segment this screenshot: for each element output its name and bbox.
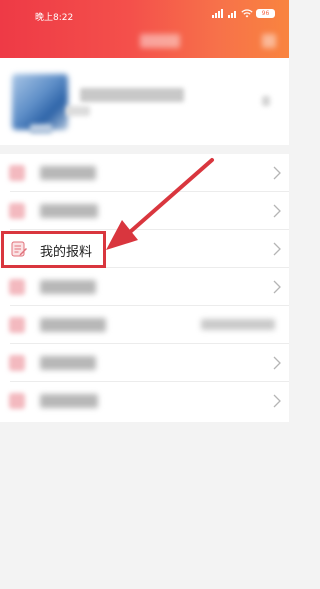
chevron-right-icon: [273, 204, 281, 218]
header-bar: 晚上8:22 96: [0, 0, 289, 58]
battery-icon: 96: [256, 9, 275, 18]
header-blurred-action: [262, 34, 276, 48]
blurred-label: [40, 356, 96, 370]
menu-item-4[interactable]: [0, 268, 289, 306]
menu-item-7[interactable]: [0, 382, 289, 420]
menu-item-6[interactable]: [0, 344, 289, 382]
menu-item-1[interactable]: [0, 154, 289, 192]
blurred-icon: [9, 203, 25, 219]
profile-card[interactable]: [0, 58, 289, 145]
chevron-right-icon: [273, 356, 281, 370]
blurred-label: [40, 394, 98, 408]
blurred-username: [80, 88, 184, 102]
blurred-subtext: [66, 106, 90, 116]
wifi-icon: [241, 9, 253, 18]
menu-list: 我的报料: [0, 154, 289, 422]
status-icons: 96: [212, 9, 275, 18]
avatar: [12, 74, 68, 130]
blurred-icon: [9, 355, 25, 371]
menu-item-5[interactable]: [0, 306, 289, 344]
signal-icon: [212, 9, 223, 18]
signal-icon-2: [228, 11, 236, 18]
blurred-label: [40, 280, 96, 294]
blurred-icon: [9, 165, 25, 181]
chevron-right-icon: [273, 166, 281, 180]
blurred-value: [201, 319, 275, 330]
blurred-icon: [9, 317, 25, 333]
blurred-label: [40, 204, 98, 218]
blurred-label: [40, 318, 106, 332]
status-bar: 晚上8:22 96: [0, 0, 289, 23]
blurred-icon: [9, 393, 25, 409]
blurred-icon: [9, 279, 25, 295]
chevron-right-icon: [273, 280, 281, 294]
chevron-right-icon: [273, 394, 281, 408]
header-blurred-title: [140, 34, 180, 48]
chevron-right-icon: [273, 242, 281, 256]
blurred-chevron: [262, 96, 270, 106]
menu-item-2[interactable]: [0, 192, 289, 230]
highlight-box: [1, 231, 106, 268]
status-time: 晚上8:22: [35, 13, 74, 23]
blurred-avatar-corner: [30, 124, 52, 134]
blurred-label: [40, 166, 96, 180]
